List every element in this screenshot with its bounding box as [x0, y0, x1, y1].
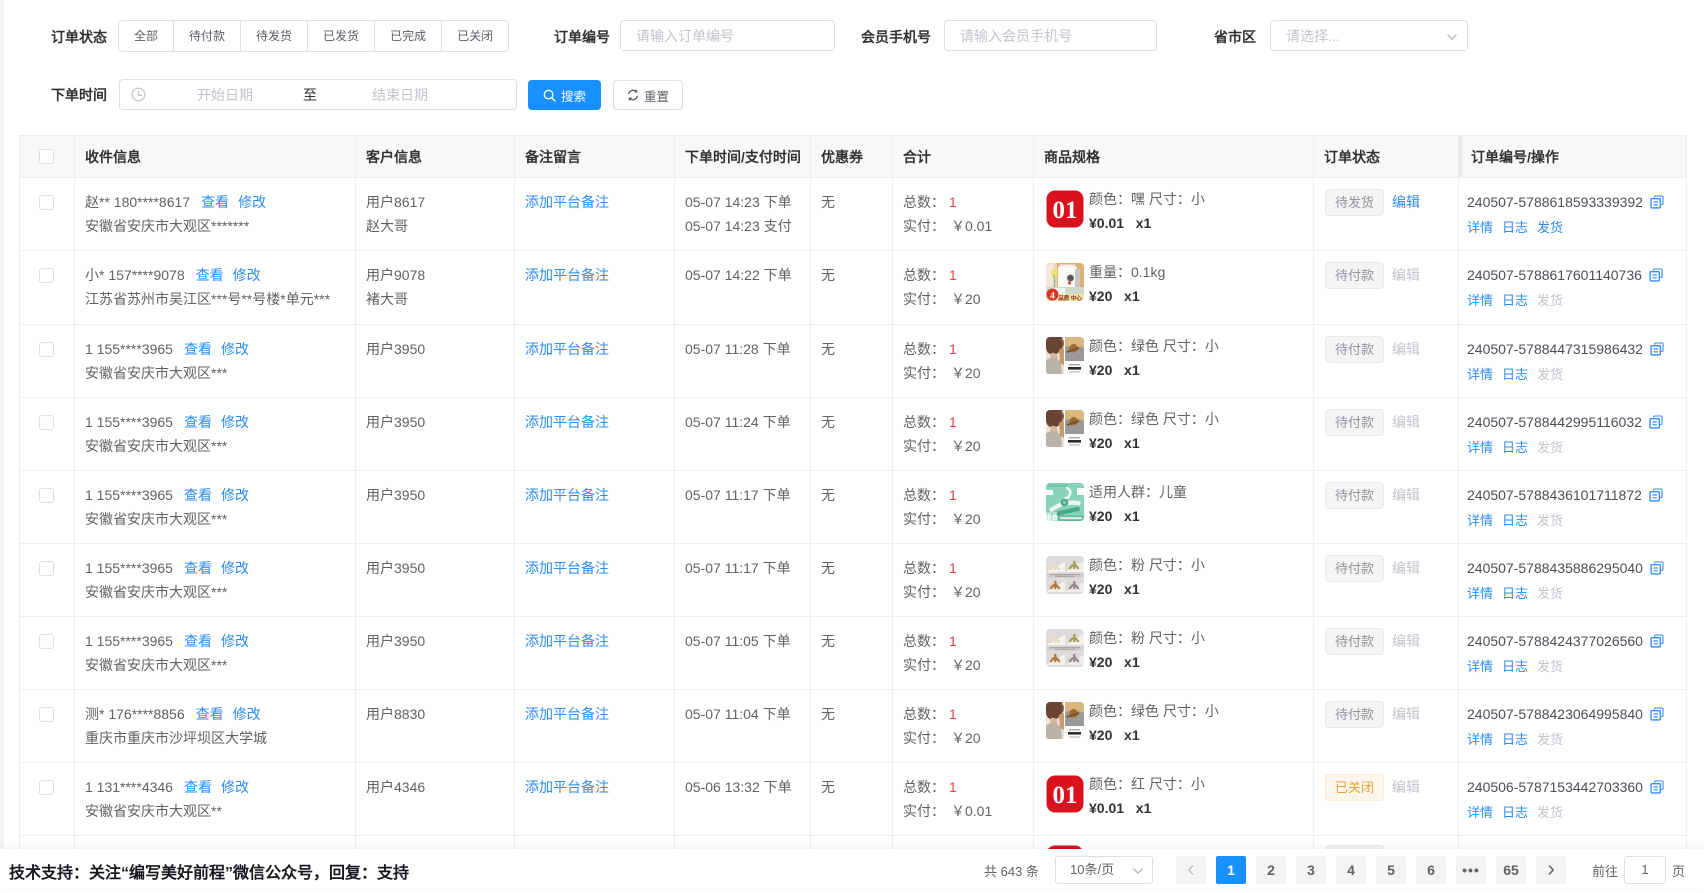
- svg-text:01: 01: [1053, 782, 1078, 809]
- svg-text:品质 中心: 品质 中心: [1058, 294, 1082, 301]
- svg-text:01: 01: [1053, 197, 1078, 224]
- svg-text:4: 4: [1050, 292, 1055, 302]
- svg-text:组合: 组合: [1046, 513, 1059, 522]
